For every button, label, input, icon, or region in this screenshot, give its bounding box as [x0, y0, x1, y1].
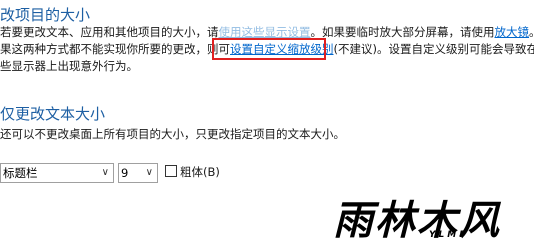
text-size-description: 还可以不更改桌面上所有项目的大小，只更改指定项目的文本大小。 — [0, 127, 345, 141]
chevron-down-icon: ∨ — [145, 167, 153, 178]
bold-checkbox[interactable] — [165, 165, 177, 177]
watermark-logo-text: 雨林木风 — [333, 197, 501, 244]
size-select-value: 9 — [121, 166, 129, 180]
description-text: 。如 — [529, 25, 534, 39]
item-select-value: 标题栏 — [3, 166, 38, 180]
watermark-logo-subtext: YLMF — [429, 230, 469, 240]
description-line-3: 些显示器上出现意外行为。 — [0, 59, 138, 73]
bold-checkbox-label: 粗体(B) — [180, 165, 220, 179]
heading-change-text-size: 仅更改文本大小 — [0, 105, 106, 123]
description-text: (不建议)。设置自定义级别可能会导致在某 — [333, 42, 534, 56]
chevron-down-icon: ∨ — [101, 167, 109, 178]
display-settings-link[interactable]: 使用这些显示设置 — [219, 25, 311, 39]
item-select[interactable]: 标题栏 ∨ — [0, 163, 114, 183]
highlight-box — [212, 38, 326, 60]
magnifier-link[interactable]: 放大镜 — [495, 25, 530, 39]
description-text: 若要更改文本、应用和其他项目的大小，请 — [0, 25, 219, 39]
description-text: 果这两种方式都不能实现你所要的更改，则可 — [0, 42, 230, 56]
heading-change-item-size: 改项目的大小 — [0, 6, 91, 24]
description-text: 。如果要临时放大部分屏幕，请使用 — [310, 25, 495, 39]
watermark-logo: 雨林木风 YLMF — [333, 192, 531, 244]
size-select[interactable]: 9 ∨ — [118, 163, 158, 183]
